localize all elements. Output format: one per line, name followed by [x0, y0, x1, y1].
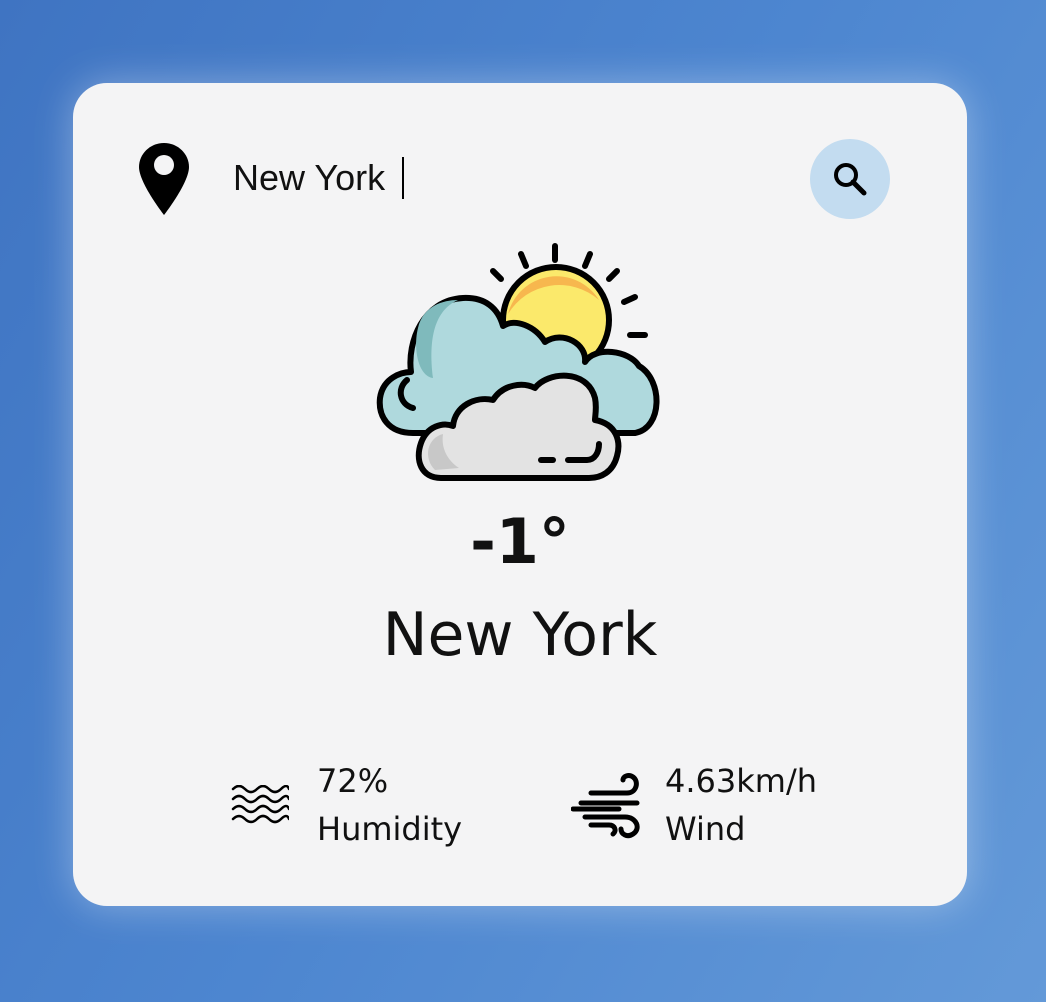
wind-label: Wind [665, 810, 746, 848]
weather-card: -1° New York 72% Humidity [73, 83, 967, 906]
search-input[interactable] [233, 153, 793, 203]
humidity-stat: 72% Humidity [231, 757, 462, 853]
search-icon [834, 163, 867, 196]
humidity-label: Humidity [317, 810, 463, 848]
wind-icon [571, 773, 640, 839]
humidity-value: 72% [317, 762, 389, 800]
wind-stat: 4.63km/h Wind [571, 757, 817, 853]
search-button[interactable] [810, 139, 890, 219]
humidity-waves-icon [231, 785, 289, 824]
partly-cloudy-icon [376, 243, 660, 481]
city-name: New York [382, 600, 658, 670]
temperature: -1° [470, 505, 570, 578]
text-caret [402, 157, 404, 199]
wind-value: 4.63km/h [665, 762, 818, 800]
location-pin-icon [139, 143, 189, 215]
